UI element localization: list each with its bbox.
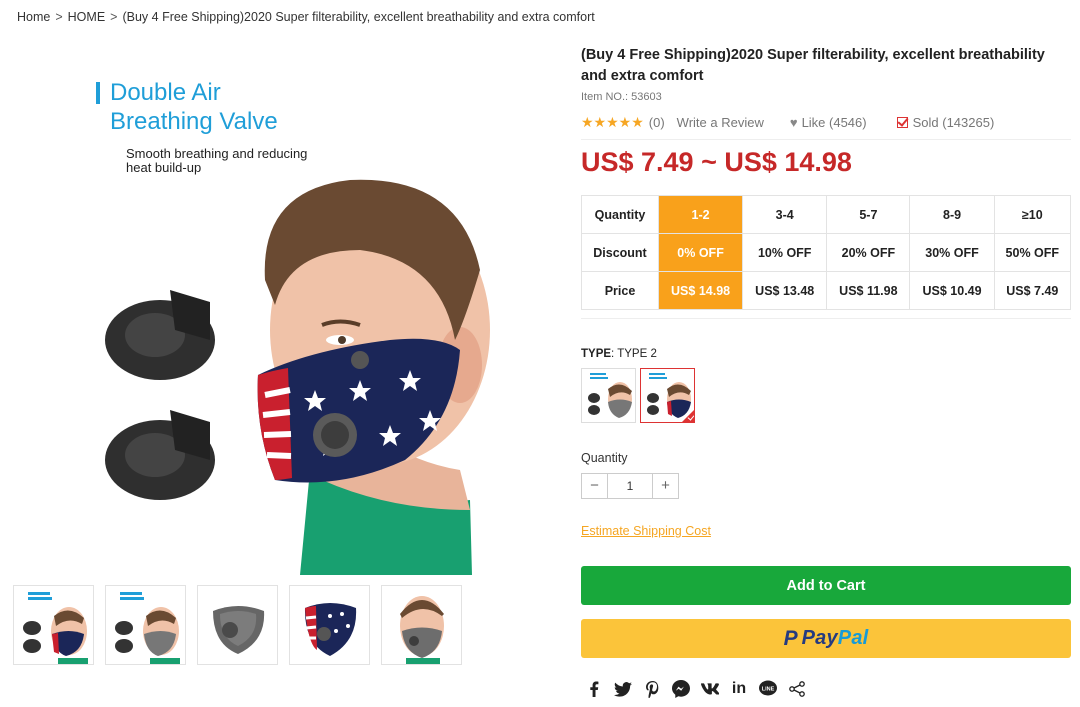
divider <box>581 139 1071 140</box>
thumbnail-5[interactable] <box>381 585 462 665</box>
table-row: Price US$ 14.98 US$ 13.48 US$ 11.98 US$ … <box>581 271 1072 310</box>
star-rating: ★★★★★ <box>581 114 644 130</box>
product-title: (Buy 4 Free Shipping)2020 Super filterab… <box>581 47 1045 84</box>
paypal-wordmark: PayPal <box>802 627 869 650</box>
decrement-button[interactable]: − <box>582 474 608 498</box>
twitter-icon[interactable] <box>614 680 632 698</box>
like-label: Like (4546) <box>801 115 867 130</box>
row-header-price: Price <box>581 271 659 310</box>
valve-top <box>105 290 215 380</box>
row-header-quantity: Quantity <box>581 195 659 234</box>
row-header-discount: Discount <box>581 233 659 272</box>
hero-subtitle-line1: Smooth breathing and reducing <box>126 146 308 161</box>
type-label-key: TYPE <box>581 348 612 360</box>
quantity-discount-table: Quantity 1-2 3-4 5-7 8-9 ≥10 Discount 0%… <box>581 195 1072 310</box>
price-range: US$ 7.49 ~ US$ 14.98 <box>581 147 852 177</box>
type-label: TYPE: TYPE 2 <box>581 348 657 360</box>
estimate-shipping-link[interactable]: Estimate Shipping Cost <box>581 524 711 538</box>
paypal-pay: Pay <box>801 627 838 649</box>
tier-quantity-cell: 1-2 <box>657 195 744 234</box>
tier-quantity-cell: 8-9 <box>909 195 995 234</box>
tier-discount-cell: 50% OFF <box>993 233 1072 272</box>
tier-quantity-cell: 5-7 <box>826 195 911 234</box>
hero-title: Double Air Breathing Valve <box>96 78 278 136</box>
social-share-bar: in LINE <box>585 680 806 698</box>
quantity-stepper: − + <box>581 473 679 499</box>
paypal-button[interactable]: P PayPal <box>581 619 1071 658</box>
tier-quantity-cell: ≥10 <box>993 195 1072 234</box>
breadcrumb-category[interactable]: HOME <box>68 10 106 24</box>
tier-discount-cell: 20% OFF <box>826 233 911 272</box>
paypal-logo-icon: P <box>783 626 798 650</box>
quantity-input[interactable] <box>608 474 652 498</box>
hero-subtitle: Smooth breathing and reducing heat build… <box>126 147 326 175</box>
breadcrumb-separator: > <box>110 10 118 24</box>
like-button[interactable]: ♥ Like (4546) <box>790 115 867 130</box>
checkbox-icon <box>896 117 908 128</box>
review-count: (0) <box>648 115 665 130</box>
breadcrumb: Home > HOME > (Buy 4 Free Shipping)2020 Supe… <box>17 10 595 24</box>
messenger-icon[interactable] <box>672 680 690 698</box>
type-label-value: : TYPE 2 <box>611 348 657 360</box>
hero-title-line1: Double Air <box>110 79 221 106</box>
table-row: Discount 0% OFF 10% OFF 20% OFF 30% OFF … <box>581 233 1072 272</box>
main-product-image[interactable]: Double Air Breathing Valve Smooth breath… <box>60 40 550 575</box>
hero-title-line2: Breathing Valve <box>110 108 278 135</box>
quantity-label: Quantity <box>581 451 628 465</box>
table-row: Quantity 1-2 3-4 5-7 8-9 ≥10 <box>581 195 1072 234</box>
valve-bottom <box>105 410 215 500</box>
facebook-icon[interactable] <box>585 680 603 698</box>
linkedin-icon[interactable]: in <box>730 680 748 698</box>
type-option-1[interactable] <box>581 368 636 423</box>
line-icon[interactable]: LINE <box>759 680 777 698</box>
hero-title-bar <box>96 82 100 104</box>
sold-label: Sold (143265) <box>912 115 995 130</box>
sold-count: Sold (143265) <box>896 115 995 130</box>
thumbnail-1[interactable] <box>13 585 94 665</box>
tier-price-cell: US$ 10.49 <box>909 271 995 310</box>
breadcrumb-current: (Buy 4 Free Shipping)2020 Super filterab… <box>122 10 595 24</box>
tier-discount-cell: 0% OFF <box>657 233 744 272</box>
thumbnail-2[interactable] <box>105 585 186 665</box>
vk-icon[interactable] <box>701 680 719 698</box>
thumbnail-4[interactable] <box>289 585 370 665</box>
tier-price-cell: US$ 13.48 <box>742 271 828 310</box>
thumbnail-strip <box>13 585 462 665</box>
tier-price-cell: US$ 11.98 <box>826 271 911 310</box>
rating-row: ★★★★★ (0) Write a Review ♥ Like (4546) S… <box>581 114 994 131</box>
thumbnail-3[interactable] <box>197 585 278 665</box>
tier-quantity-cell: 3-4 <box>742 195 828 234</box>
heart-icon: ♥ <box>789 115 798 130</box>
share-icon[interactable] <box>788 680 806 698</box>
increment-button[interactable]: + <box>652 474 678 498</box>
breadcrumb-separator: > <box>55 10 63 24</box>
pinterest-icon[interactable] <box>643 680 661 698</box>
type-option-2[interactable] <box>640 368 695 423</box>
tier-discount-cell: 10% OFF <box>742 233 828 272</box>
tier-price-cell: US$ 7.49 <box>993 271 1072 310</box>
item-number: Item NO.: 53603 <box>581 91 662 103</box>
divider <box>581 318 1071 319</box>
tier-price-cell: US$ 14.98 <box>657 271 744 310</box>
write-review-link[interactable]: Write a Review <box>677 115 764 130</box>
hero-subtitle-line2: heat build-up <box>126 160 202 175</box>
type-options <box>581 368 695 423</box>
svg-text:LINE: LINE <box>762 687 775 693</box>
add-to-cart-button[interactable]: Add to Cart <box>581 566 1071 605</box>
tier-discount-cell: 30% OFF <box>909 233 995 272</box>
breadcrumb-home[interactable]: Home <box>17 10 50 24</box>
paypal-pal: Pal <box>837 627 869 649</box>
